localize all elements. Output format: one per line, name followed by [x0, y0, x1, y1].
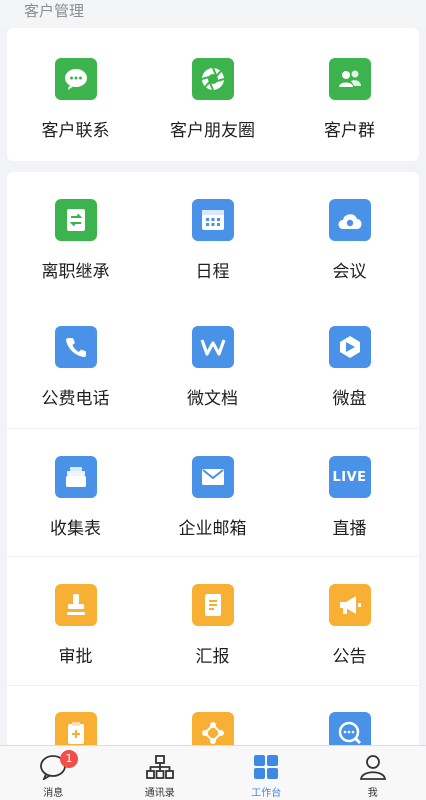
- app-label: 汇报: [195, 647, 230, 667]
- app-meeting[interactable]: 会议: [281, 199, 418, 283]
- person-icon: [359, 755, 386, 780]
- report-icon: [191, 584, 234, 626]
- calendar-icon: [191, 199, 234, 241]
- cloud-meeting-icon: [328, 199, 371, 241]
- section-title: 客户管理: [0, 0, 426, 28]
- apps-row: 审批 汇报 公告: [7, 556, 419, 668]
- group-people-icon: [328, 58, 371, 100]
- app-label: 公费电话: [41, 389, 110, 409]
- app-label: 审批: [58, 647, 93, 667]
- tab-workbench[interactable]: 工作台: [213, 746, 320, 800]
- unread-badge: 1: [60, 750, 78, 768]
- app-label: 企业邮箱: [178, 519, 247, 539]
- transfer-document-icon: [54, 199, 97, 241]
- tab-label: 通讯录: [144, 788, 175, 799]
- app-resignation-inherit[interactable]: 离职继承: [7, 199, 144, 283]
- app-label: 日程: [195, 262, 230, 282]
- drive-icon: [328, 326, 371, 368]
- app-approval[interactable]: 审批: [7, 584, 144, 668]
- app-label: 客户朋友圈: [170, 121, 255, 141]
- app-customer-moments[interactable]: 客户朋友圈: [144, 58, 281, 142]
- tab-messages[interactable]: 1 消息: [0, 746, 107, 800]
- tab-label: 工作台: [251, 788, 282, 799]
- app-micro-drive[interactable]: 微盘: [281, 326, 418, 410]
- app-micro-doc[interactable]: 微文档: [144, 326, 281, 410]
- app-collect-form[interactable]: 收集表: [7, 456, 144, 540]
- tab-me[interactable]: 我: [320, 746, 426, 800]
- live-icon-text: LIVE: [332, 469, 367, 485]
- apps-card: 离职继承 日程 会议 公费电话 微文档 微盘 收集表 企业邮箱 LIVE 直播 …: [7, 172, 419, 762]
- megaphone-icon: [328, 584, 371, 626]
- tab-contacts[interactable]: 通讯录: [107, 746, 214, 800]
- app-label: 客户联系: [41, 121, 110, 141]
- moments-shutter-icon: [191, 58, 234, 100]
- app-customer-contact[interactable]: 客户联系: [7, 58, 144, 142]
- app-live[interactable]: LIVE 直播: [281, 456, 418, 540]
- live-icon: LIVE: [328, 456, 371, 498]
- mail-icon: [191, 456, 234, 498]
- doc-w-icon: [191, 326, 234, 368]
- collect-form-icon: [54, 456, 97, 498]
- wechat-chat-icon: [54, 58, 97, 100]
- app-report[interactable]: 汇报: [144, 584, 281, 668]
- app-label: 微盘: [332, 389, 367, 409]
- app-customer-group[interactable]: 客户群: [281, 58, 418, 142]
- tab-label: 我: [367, 788, 378, 799]
- app-label: 微文档: [187, 389, 238, 409]
- apps-row: 离职继承 日程 会议: [7, 199, 419, 283]
- app-enterprise-mail[interactable]: 企业邮箱: [144, 456, 281, 540]
- app-label: 离职继承: [41, 262, 110, 282]
- app-label: 客户群: [324, 121, 375, 141]
- app-public-phone[interactable]: 公费电话: [7, 326, 144, 410]
- app-label: 收集表: [50, 519, 101, 539]
- customer-management-card: 客户联系 客户朋友圈 客户群: [7, 28, 419, 161]
- bottom-tab-bar: 1 消息 通讯录 工作台 我: [0, 745, 426, 800]
- phone-icon: [54, 326, 97, 368]
- apps-row: 收集表 企业邮箱 LIVE 直播: [7, 428, 419, 540]
- apps-row: 公费电话 微文档 微盘: [7, 326, 419, 410]
- org-chart-icon: [145, 755, 174, 779]
- app-label: 直播: [332, 519, 367, 539]
- grid-icon: [254, 755, 279, 779]
- app-label: 会议: [332, 262, 367, 282]
- app-label: 公告: [332, 647, 367, 667]
- app-schedule[interactable]: 日程: [144, 199, 281, 283]
- tab-label: 消息: [43, 788, 64, 799]
- stamp-icon: [54, 584, 97, 626]
- app-announcement[interactable]: 公告: [281, 584, 418, 668]
